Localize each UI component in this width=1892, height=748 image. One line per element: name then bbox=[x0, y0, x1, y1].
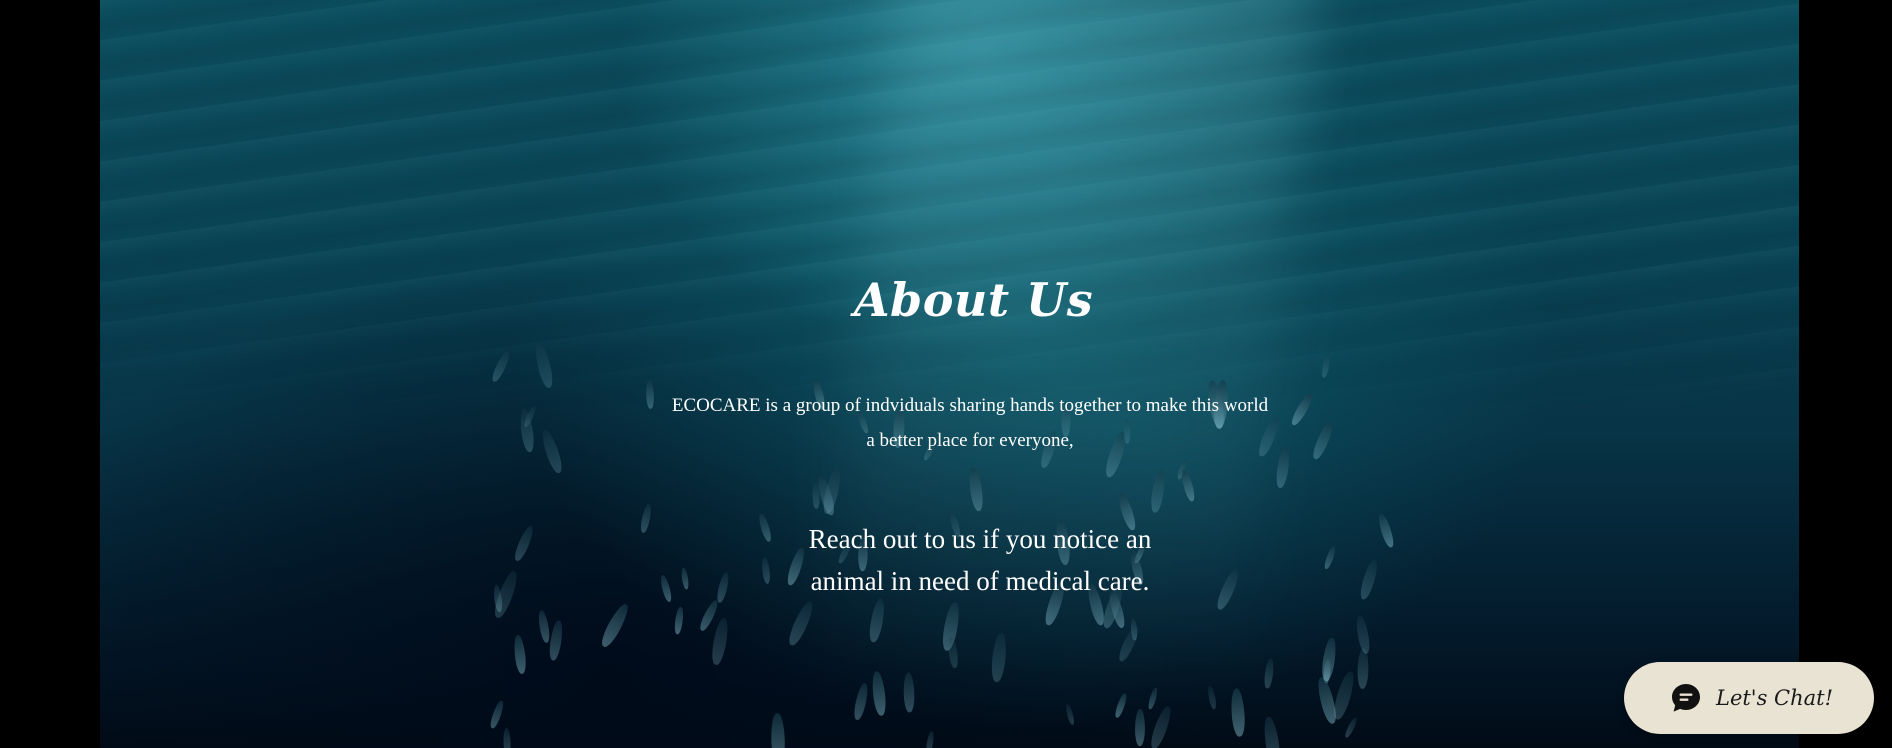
hero-background: About Us ECOCARE is a group of indvidual… bbox=[100, 0, 1799, 748]
lets-chat-button[interactable]: Let's Chat! bbox=[1624, 662, 1874, 734]
contact-prompt-line-1: Reach out to us if you notice an bbox=[808, 524, 1152, 554]
page-title: About Us bbox=[853, 273, 1094, 327]
intro-line-1: ECOCARE is a group of indviduals sharing… bbox=[671, 395, 1269, 416]
chat-bubble-icon bbox=[1670, 682, 1702, 714]
chat-label: Let's Chat! bbox=[1716, 686, 1834, 710]
hero-content: About Us ECOCARE is a group of indvidual… bbox=[100, 0, 1799, 748]
intro-text: ECOCARE is a group of indviduals sharing… bbox=[620, 388, 1320, 458]
contact-prompt-line-2: animal in need of medical care. bbox=[810, 566, 1150, 596]
intro-line-2: a better place for everyone, bbox=[866, 430, 1074, 451]
contact-prompt: Reach out to us if you notice an animal … bbox=[720, 518, 1240, 602]
